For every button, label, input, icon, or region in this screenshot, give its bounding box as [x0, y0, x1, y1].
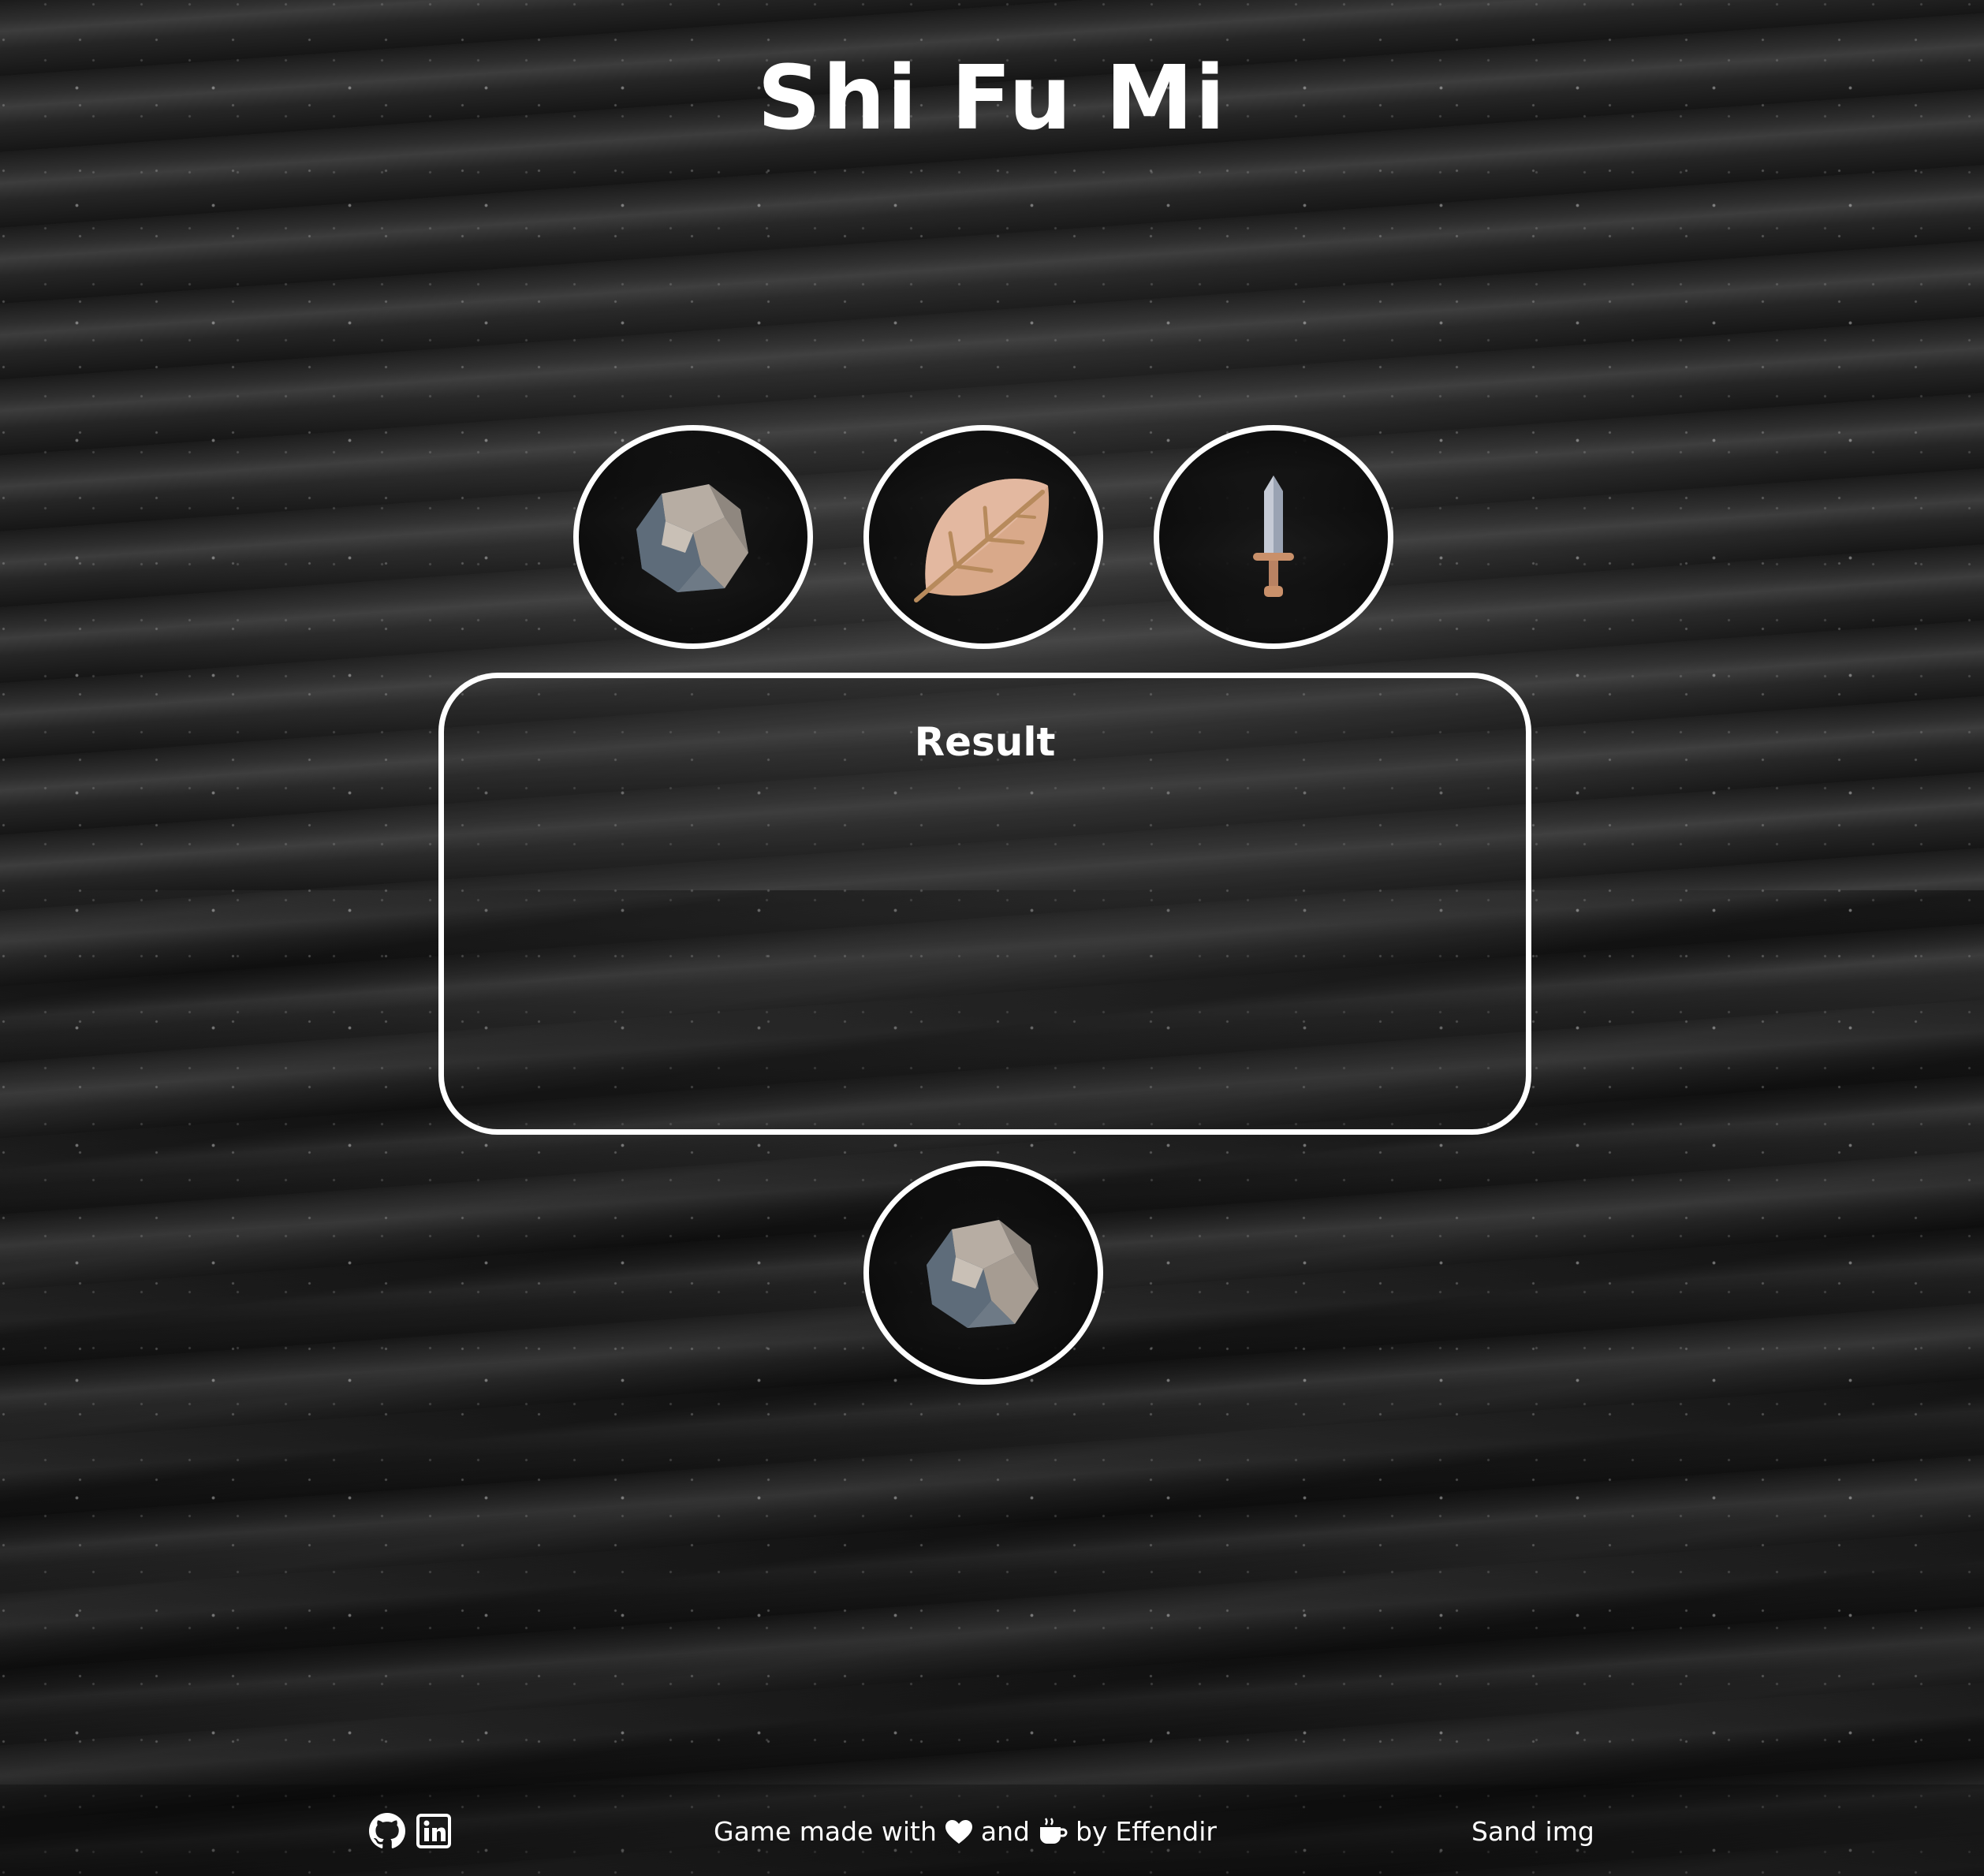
social-links	[369, 1813, 451, 1852]
rock-icon	[927, 1220, 1039, 1328]
rock-icon	[636, 484, 748, 592]
footer: Game made with and by Effendir Sand img	[0, 1785, 1984, 1876]
credit-by: by	[1075, 1816, 1108, 1847]
github-link[interactable]	[369, 1813, 405, 1852]
credit-prefix: Game made with	[714, 1816, 937, 1847]
leaf-icon	[914, 479, 1050, 602]
author-link[interactable]: Effendir	[1115, 1816, 1217, 1847]
heart-icon	[945, 1819, 972, 1844]
footer-credit: Game made with and by Effendir	[714, 1816, 1217, 1847]
computer-choice	[863, 1161, 1103, 1385]
sword-choice-button[interactable]	[1154, 425, 1393, 649]
rock-choice-button[interactable]	[573, 425, 813, 649]
leaf-choice-button[interactable]	[863, 425, 1103, 649]
linkedin-icon	[416, 1814, 451, 1848]
credit-and: and	[980, 1816, 1030, 1847]
result-title: Result	[914, 719, 1056, 765]
sword-icon	[1253, 476, 1294, 597]
github-icon	[369, 1813, 405, 1848]
result-panel: Result	[438, 673, 1531, 1135]
game-page: Shi Fu Mi Result Game made with and by E…	[0, 0, 1984, 1876]
coffee-icon	[1039, 1817, 1068, 1844]
image-credit-link[interactable]: Sand img	[1471, 1816, 1594, 1847]
game-title: Shi Fu Mi	[757, 47, 1227, 150]
linkedin-link[interactable]	[416, 1814, 451, 1852]
